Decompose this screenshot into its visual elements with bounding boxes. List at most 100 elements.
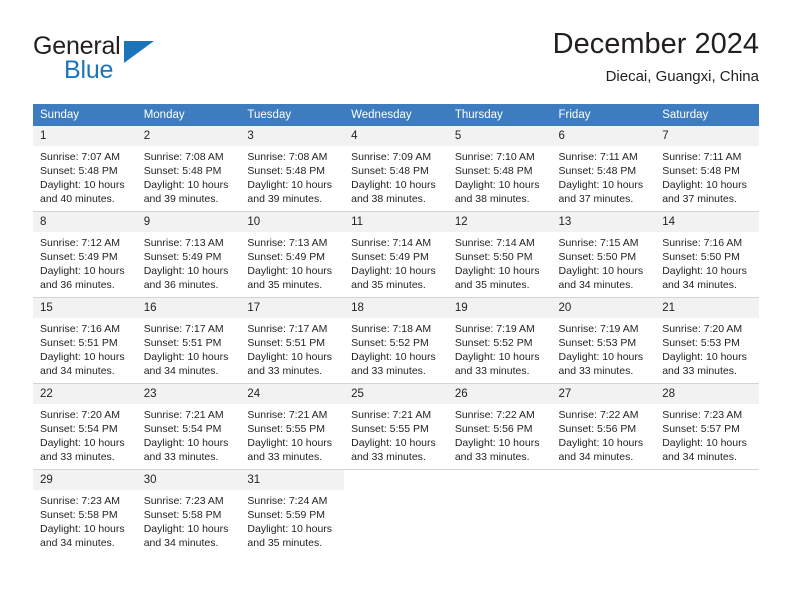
calendar-day-cell[interactable]: 17 Sunrise: 7:17 AM Sunset: 5:51 PM Dayligh… xyxy=(240,297,345,384)
calendar-day-cell[interactable]: 21 Sunrise: 7:20 AM Sunset: 5:53 PM Dayligh… xyxy=(655,297,759,384)
sunset-text: Sunset: 5:59 PM xyxy=(247,509,326,521)
day-number: 16 xyxy=(136,298,241,318)
sunset-text: Sunset: 5:55 PM xyxy=(351,423,429,435)
daylight-text: Daylight: 10 hours and 38 minutes. xyxy=(351,179,436,205)
weekday-header-friday: Friday xyxy=(551,104,656,126)
day-details: Sunrise: 7:15 AM Sunset: 5:50 PM Daylight:… xyxy=(552,232,656,292)
sunrise-text: Sunrise: 7:10 AM xyxy=(454,151,535,163)
daylight-text: Daylight: 10 hours and 36 minutes. xyxy=(143,265,229,291)
day-number: 27 xyxy=(551,384,656,404)
calendar-day-cell[interactable]: 22 Sunrise: 7:20 AM Sunset: 5:54 PM Dayligh… xyxy=(33,383,137,470)
day-details: Sunrise: 7:08 AM Sunset: 5:48 PM Daylight:… xyxy=(137,146,241,206)
brand-logo[interactable]: General Blue xyxy=(33,32,223,90)
calendar-empty-cell xyxy=(655,469,759,555)
day-details: Sunrise: 7:14 AM Sunset: 5:50 PM Daylight:… xyxy=(448,232,552,292)
calendar-day-cell[interactable]: 31 Sunrise: 7:24 AM Sunset: 5:59 PM Dayligh… xyxy=(240,469,345,555)
sunrise-text: Sunrise: 7:13 AM xyxy=(143,237,224,249)
day-details: Sunrise: 7:23 AM Sunset: 5:58 PM Daylight:… xyxy=(137,490,241,550)
triangle-flag-icon xyxy=(124,41,154,63)
day-details: Sunrise: 7:19 AM Sunset: 5:52 PM Daylight:… xyxy=(448,318,552,378)
sunrise-text: Sunrise: 7:22 AM xyxy=(558,409,639,421)
calendar-day-cell[interactable]: 23 Sunrise: 7:21 AM Sunset: 5:54 PM Dayligh… xyxy=(136,383,241,470)
daylight-text: Daylight: 10 hours and 34 minutes. xyxy=(40,351,125,377)
calendar-empty-cell xyxy=(551,469,656,555)
title-block: December 2024 Diecai, Guangxi, China xyxy=(553,26,759,88)
calendar-page: General Blue December 2024 Diecai, Guang… xyxy=(0,0,792,612)
daylight-text: Daylight: 10 hours and 34 minutes. xyxy=(558,265,644,291)
calendar-day-cell[interactable]: 7 Sunrise: 7:11 AM Sunset: 5:48 PM Daylight… xyxy=(655,126,759,212)
daylight-text: Daylight: 10 hours and 35 minutes. xyxy=(351,265,436,291)
day-number: 18 xyxy=(344,298,448,318)
sunrise-text: Sunrise: 7:14 AM xyxy=(454,237,535,249)
sunrise-text: Sunrise: 7:24 AM xyxy=(247,495,328,507)
sunrise-text: Sunrise: 7:08 AM xyxy=(247,151,328,163)
calendar-day-cell[interactable]: 10 Sunrise: 7:13 AM Sunset: 5:49 PM Dayligh… xyxy=(240,211,345,298)
calendar-day-cell[interactable]: 18 Sunrise: 7:18 AM Sunset: 5:52 PM Dayligh… xyxy=(344,297,448,384)
daylight-text: Daylight: 10 hours and 37 minutes. xyxy=(662,179,747,205)
sunset-text: Sunset: 5:49 PM xyxy=(351,251,429,263)
sunrise-text: Sunrise: 7:13 AM xyxy=(247,237,328,249)
sunrise-text: Sunrise: 7:16 AM xyxy=(40,323,120,335)
calendar-day-cell[interactable]: 24 Sunrise: 7:21 AM Sunset: 5:55 PM Dayligh… xyxy=(240,383,345,470)
page-header: General Blue December 2024 Diecai, Guang… xyxy=(33,26,759,96)
calendar-week-row: 22 Sunrise: 7:20 AM Sunset: 5:54 PM Dayligh… xyxy=(33,383,759,470)
sunset-text: Sunset: 5:57 PM xyxy=(662,423,740,435)
sunset-text: Sunset: 5:55 PM xyxy=(247,423,326,435)
calendar-day-cell[interactable]: 25 Sunrise: 7:21 AM Sunset: 5:55 PM Dayligh… xyxy=(344,383,448,470)
calendar-day-cell[interactable]: 26 Sunrise: 7:22 AM Sunset: 5:56 PM Dayligh… xyxy=(447,383,552,470)
daylight-text: Daylight: 10 hours and 34 minutes. xyxy=(558,437,644,463)
calendar-day-cell[interactable]: 12 Sunrise: 7:14 AM Sunset: 5:50 PM Dayligh… xyxy=(447,211,552,298)
calendar-day-cell[interactable]: 13 Sunrise: 7:15 AM Sunset: 5:50 PM Dayligh… xyxy=(551,211,656,298)
weekday-header-sunday: Sunday xyxy=(33,104,137,126)
calendar-day-cell[interactable]: 11 Sunrise: 7:14 AM Sunset: 5:49 PM Dayligh… xyxy=(344,211,448,298)
daylight-text: Daylight: 10 hours and 33 minutes. xyxy=(662,351,747,377)
sunset-text: Sunset: 5:53 PM xyxy=(662,337,740,349)
daylight-text: Daylight: 10 hours and 33 minutes. xyxy=(558,351,644,377)
sunset-text: Sunset: 5:48 PM xyxy=(143,165,222,177)
calendar-day-cell[interactable]: 5 Sunrise: 7:10 AM Sunset: 5:48 PM Daylight… xyxy=(447,126,552,212)
calendar-day-cell[interactable]: 1 Sunrise: 7:07 AM Sunset: 5:48 PM Daylight… xyxy=(33,126,137,212)
sunrise-text: Sunrise: 7:17 AM xyxy=(247,323,328,335)
calendar-day-cell[interactable]: 2 Sunrise: 7:08 AM Sunset: 5:48 PM Daylight… xyxy=(136,126,241,212)
calendar-day-cell[interactable]: 29 Sunrise: 7:23 AM Sunset: 5:58 PM Dayligh… xyxy=(33,469,137,555)
calendar-day-cell[interactable]: 16 Sunrise: 7:17 AM Sunset: 5:51 PM Dayligh… xyxy=(136,297,241,384)
calendar-day-cell[interactable]: 28 Sunrise: 7:23 AM Sunset: 5:57 PM Dayligh… xyxy=(655,383,759,470)
daylight-text: Daylight: 10 hours and 34 minutes. xyxy=(662,437,747,463)
day-details: Sunrise: 7:19 AM Sunset: 5:53 PM Daylight:… xyxy=(552,318,656,378)
sunrise-text: Sunrise: 7:18 AM xyxy=(351,323,432,335)
calendar-week-row: 29 Sunrise: 7:23 AM Sunset: 5:58 PM Dayligh… xyxy=(33,469,759,555)
sunset-text: Sunset: 5:48 PM xyxy=(40,165,118,177)
calendar-day-cell[interactable]: 6 Sunrise: 7:11 AM Sunset: 5:48 PM Daylight… xyxy=(551,126,656,212)
daylight-text: Daylight: 10 hours and 33 minutes. xyxy=(454,437,540,463)
sunset-text: Sunset: 5:48 PM xyxy=(247,165,326,177)
calendar-day-cell[interactable]: 4 Sunrise: 7:09 AM Sunset: 5:48 PM Daylight… xyxy=(344,126,448,212)
daylight-text: Daylight: 10 hours and 33 minutes. xyxy=(351,351,436,377)
sunrise-text: Sunrise: 7:07 AM xyxy=(40,151,120,163)
sunset-text: Sunset: 5:58 PM xyxy=(40,509,118,521)
day-details: Sunrise: 7:24 AM Sunset: 5:59 PM Daylight:… xyxy=(240,490,344,550)
calendar-day-cell[interactable]: 20 Sunrise: 7:19 AM Sunset: 5:53 PM Dayligh… xyxy=(551,297,656,384)
calendar-day-cell[interactable]: 19 Sunrise: 7:19 AM Sunset: 5:52 PM Dayligh… xyxy=(447,297,552,384)
day-number: 24 xyxy=(240,384,345,404)
weekday-header-thursday: Thursday xyxy=(447,104,552,126)
sunset-text: Sunset: 5:51 PM xyxy=(40,337,118,349)
daylight-text: Daylight: 10 hours and 36 minutes. xyxy=(40,265,125,291)
calendar-day-cell[interactable]: 14 Sunrise: 7:16 AM Sunset: 5:50 PM Dayligh… xyxy=(655,211,759,298)
daylight-text: Daylight: 10 hours and 39 minutes. xyxy=(143,179,229,205)
sunrise-text: Sunrise: 7:23 AM xyxy=(662,409,743,421)
calendar-day-cell[interactable]: 9 Sunrise: 7:13 AM Sunset: 5:49 PM Daylight… xyxy=(136,211,241,298)
calendar-day-cell[interactable]: 8 Sunrise: 7:12 AM Sunset: 5:49 PM Daylight… xyxy=(33,211,137,298)
calendar-day-cell[interactable]: 30 Sunrise: 7:23 AM Sunset: 5:58 PM Dayligh… xyxy=(136,469,241,555)
sunset-text: Sunset: 5:51 PM xyxy=(247,337,326,349)
calendar-day-cell[interactable]: 27 Sunrise: 7:22 AM Sunset: 5:56 PM Dayligh… xyxy=(551,383,656,470)
sunset-text: Sunset: 5:49 PM xyxy=(143,251,222,263)
sunset-text: Sunset: 5:48 PM xyxy=(662,165,740,177)
calendar-day-cell[interactable]: 3 Sunrise: 7:08 AM Sunset: 5:48 PM Daylight… xyxy=(240,126,345,212)
day-details: Sunrise: 7:13 AM Sunset: 5:49 PM Daylight:… xyxy=(240,232,344,292)
daylight-text: Daylight: 10 hours and 34 minutes. xyxy=(40,523,125,549)
sunrise-text: Sunrise: 7:19 AM xyxy=(454,323,535,335)
day-number: 29 xyxy=(33,470,137,490)
day-details: Sunrise: 7:07 AM Sunset: 5:48 PM Daylight:… xyxy=(33,146,137,206)
page-title: December 2024 xyxy=(552,28,759,60)
calendar-day-cell[interactable]: 15 Sunrise: 7:16 AM Sunset: 5:51 PM Dayligh… xyxy=(33,297,137,384)
